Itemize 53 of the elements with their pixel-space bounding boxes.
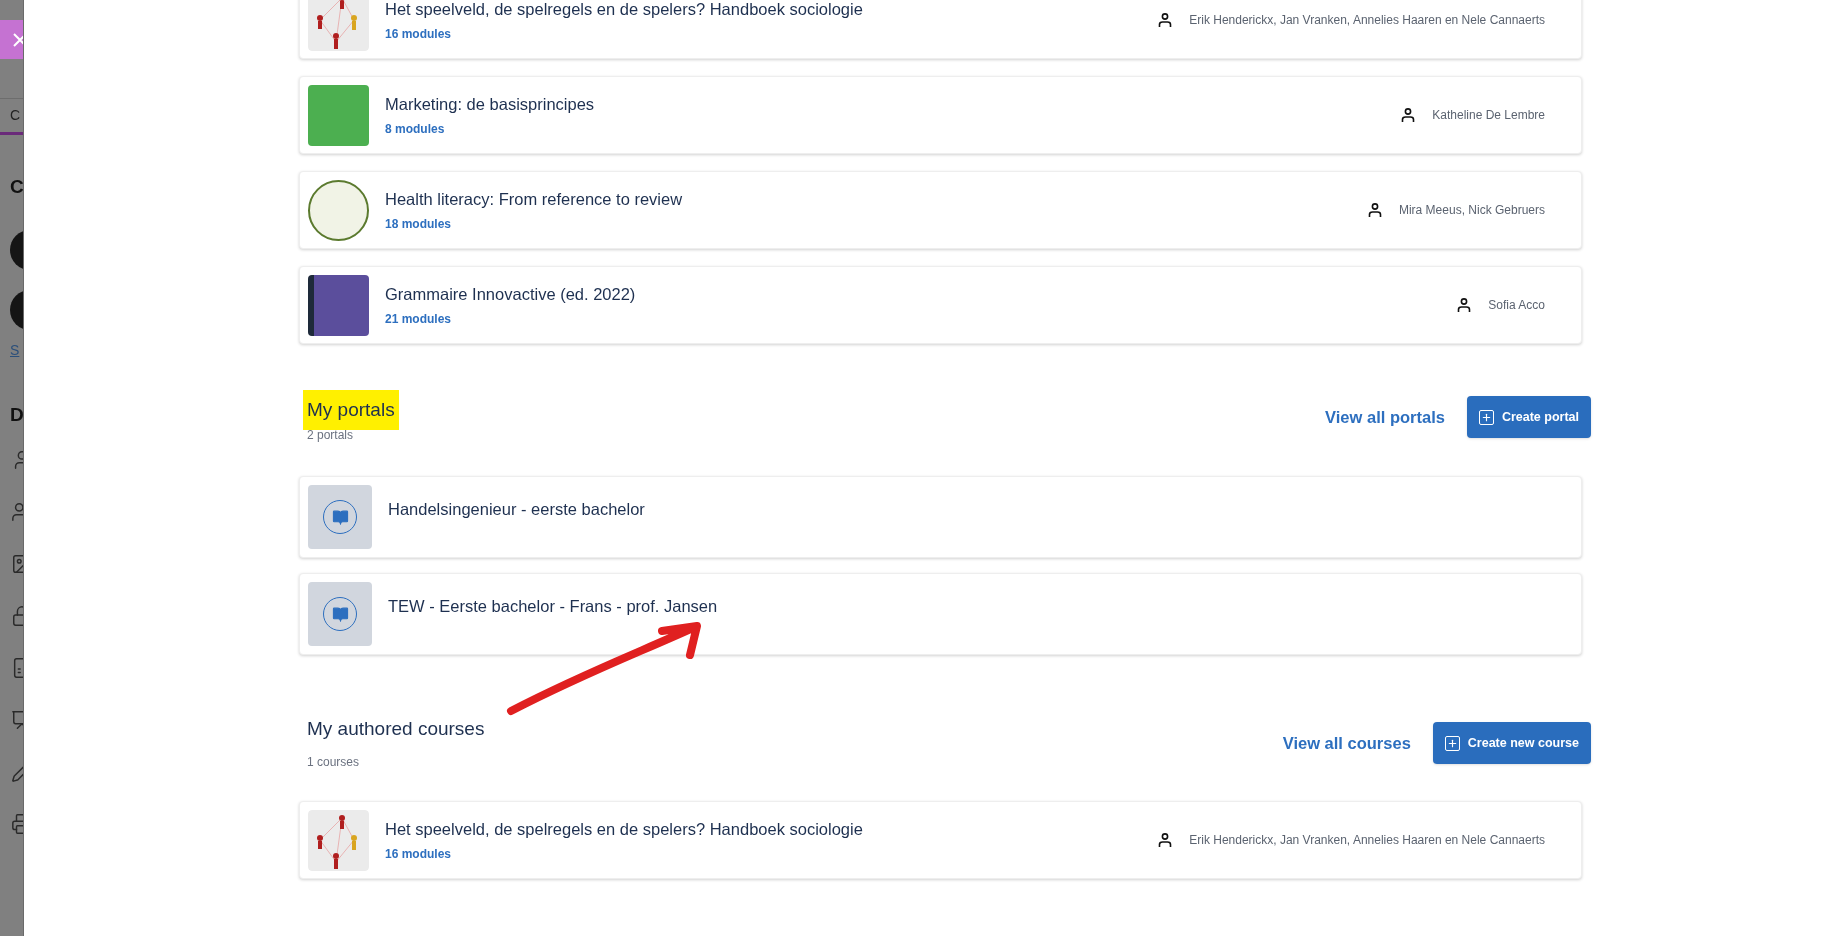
author-names: Mira Meeus, Nick Gebruers (1398, 202, 1545, 219)
author-names: Erik Henderickx, Jan Vranken, Annelies Haaren en Nele Cannaerts (1189, 832, 1545, 849)
sidebar-icon[interactable] (11, 501, 23, 523)
view-all-link[interactable]: View all portals (1325, 404, 1445, 430)
course-title: Health literacy: From reference to review (385, 189, 683, 211)
book-cover-placeholder (308, 274, 369, 336)
create-button[interactable]: Create portal (1466, 396, 1591, 438)
module-count: 16 modules (385, 25, 453, 43)
course-card[interactable]: Het speelveld, de spelregels en de spelers? Handboek sociologie 16 modules Erik Henderickx, Jan Vranken, Annelies Haaren en Nele Cannaerts (299, 801, 1582, 879)
course-title: Marketing: de basisprincipes (385, 94, 595, 116)
course-title: Het speelveld, de spelregels en de spelers? Handboek sociologie (385, 819, 863, 841)
sidebar-icon[interactable] (11, 657, 23, 679)
network-thumbnail (308, 809, 369, 871)
create-button[interactable]: Create new course (1432, 722, 1591, 764)
module-count: 16 modules (385, 845, 453, 863)
sidebar-heading: C (9, 175, 23, 199)
item-count: 1 courses (307, 754, 361, 772)
network-thumbnail (308, 0, 369, 51)
person-icon (1157, 832, 1174, 848)
portal-card[interactable]: TEW - Eerste bachelor - Frans - prof. Jansen (299, 573, 1582, 655)
plus-box-icon (1478, 409, 1494, 425)
portal-title: TEW - Eerste bachelor - Frans - prof. Jansen (388, 596, 718, 617)
course-card[interactable]: Health literacy: From reference to review 18 modules Mira Meeus, Nick Gebruers (299, 171, 1582, 249)
section-title: My authored courses (307, 716, 485, 741)
author-names: Erik Henderickx, Jan Vranken, Annelies Haaren en Nele Cannaerts (1189, 12, 1545, 29)
sidebar-icon[interactable] (11, 553, 23, 575)
section-title: My portals (303, 389, 399, 431)
person-icon (1400, 107, 1417, 123)
sidebar-icon[interactable] (11, 605, 23, 627)
portal-card[interactable]: Handelsingenieur - eerste bachelor (299, 476, 1582, 558)
person-icon (1157, 12, 1174, 28)
photo-placeholder (308, 84, 369, 146)
sidebar-tab[interactable]: C (10, 105, 21, 126)
course-card[interactable]: Grammaire Innovactive (ed. 2022) 21 modules Sofia Acco (299, 266, 1582, 344)
person-icon (1366, 202, 1383, 218)
author-names: Sofia Acco (1488, 297, 1545, 314)
plus-box-icon (1444, 735, 1460, 751)
sidebar-heading: D (9, 402, 23, 427)
image-placeholder (308, 179, 369, 241)
close-icon (12, 31, 23, 48)
portal-title: Handelsingenieur - eerste bachelor (388, 499, 645, 520)
sidebar-icon[interactable] (11, 709, 23, 731)
course-card[interactable]: Het speelveld, de spelregels en de spelers? Handboek sociologie 16 modules Erik Henderickx, Jan Vranken, Annelies Haaren en Nele Cannaerts (299, 0, 1582, 59)
sidebar-icon[interactable] (11, 813, 23, 835)
course-card[interactable]: Marketing: de basisprincipes 8 modules Katheline De Lembre (299, 76, 1582, 154)
author-names: Katheline De Lembre (1432, 107, 1545, 124)
person-icon (1456, 297, 1473, 313)
module-count: 21 modules (385, 310, 453, 328)
module-count: 18 modules (385, 215, 453, 233)
course-title: Grammaire Innovactive (ed. 2022) (385, 284, 636, 306)
view-all-link[interactable]: View all courses (1282, 730, 1411, 756)
course-title: Het speelveld, de spelregels en de spelers? Handboek sociologie (385, 0, 863, 21)
module-count: 8 modules (385, 120, 446, 138)
